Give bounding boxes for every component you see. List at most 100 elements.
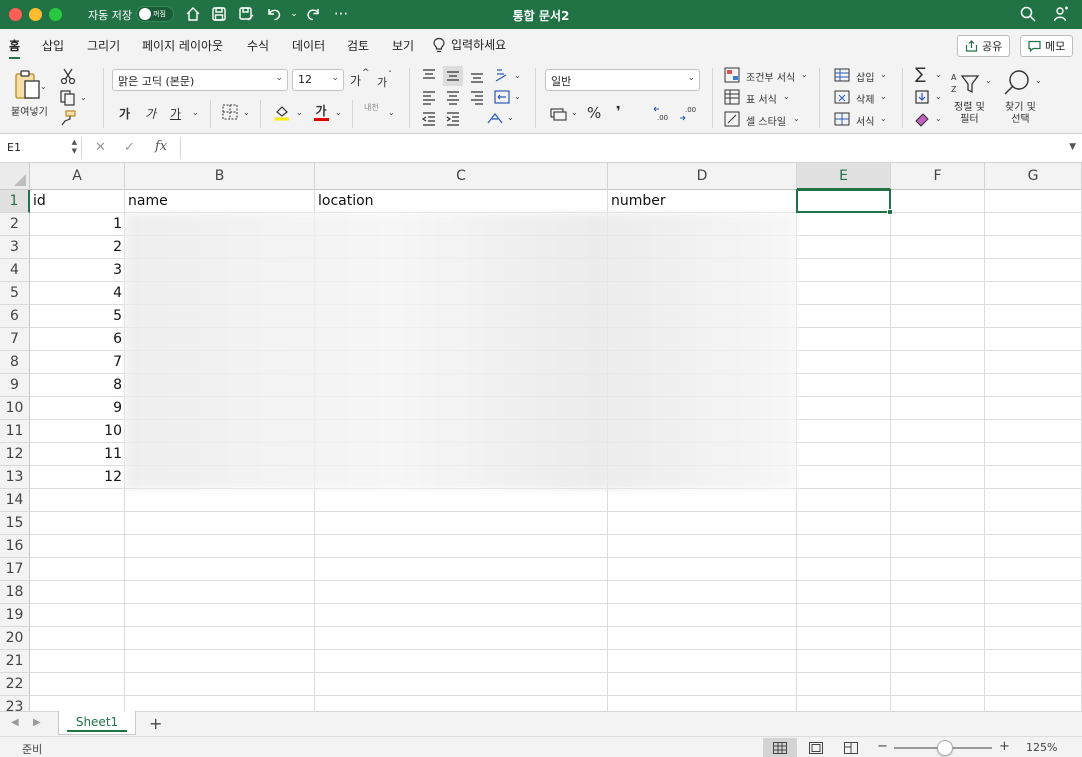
- fill-color-icon[interactable]: [272, 102, 292, 122]
- sort-filter-icon[interactable]: AZ: [950, 68, 980, 98]
- bold-button[interactable]: 가: [119, 105, 130, 122]
- tab-page-layout[interactable]: 페이지 레이아웃: [142, 37, 223, 54]
- fill-down-icon[interactable]: [912, 87, 932, 107]
- align-right-icon[interactable]: [467, 87, 487, 107]
- zoom-level[interactable]: 125%: [1026, 741, 1057, 754]
- id-cell[interactable]: 1: [30, 213, 125, 236]
- number-format-select[interactable]: 일반 ⌄: [545, 69, 700, 91]
- page-layout-view-button[interactable]: [799, 738, 833, 757]
- find-select-label[interactable]: 찾기 및 선택: [1005, 102, 1036, 126]
- row-header-3[interactable]: 3: [0, 236, 30, 259]
- format-painter-icon[interactable]: [58, 108, 78, 128]
- column-header-e[interactable]: E: [797, 163, 891, 190]
- row-header-2[interactable]: 2: [0, 213, 30, 236]
- orientation-icon[interactable]: [492, 66, 512, 86]
- tab-review[interactable]: 검토: [347, 37, 369, 54]
- row-header-23[interactable]: 23: [0, 696, 30, 711]
- id-cell[interactable]: 2: [30, 236, 125, 259]
- decrease-indent-icon[interactable]: [419, 108, 439, 128]
- add-sheet-button[interactable]: +: [149, 714, 162, 733]
- normal-view-button[interactable]: [763, 738, 797, 757]
- tab-insert[interactable]: 삽입: [42, 37, 64, 54]
- name-box-spinner-icon[interactable]: ▲ ▼: [72, 138, 77, 156]
- header-cell-location[interactable]: location: [315, 190, 608, 213]
- id-cell[interactable]: 4: [30, 282, 125, 305]
- font-size-select[interactable]: 12 ⌄: [292, 69, 344, 91]
- home-icon[interactable]: [184, 5, 202, 23]
- borders-icon[interactable]: [220, 102, 240, 122]
- sort-filter-dropdown-icon[interactable]: ⌄: [985, 76, 992, 85]
- format-dropdown-icon[interactable]: ⌄: [880, 114, 887, 123]
- row-header-9[interactable]: 9: [0, 374, 30, 397]
- zoom-slider-thumb[interactable]: [937, 740, 953, 756]
- tab-view[interactable]: 보기: [392, 37, 414, 54]
- worksheet-grid[interactable]: A B C D E F G 1 2 3 4 5 6 7 8 9 10 11 12 13 14 15 16 17 18 19 20 21…: [0, 163, 1082, 711]
- copy-dropdown-icon[interactable]: ⌄: [80, 93, 87, 102]
- row-header-20[interactable]: 20: [0, 627, 30, 650]
- font-color-button[interactable]: 가: [311, 102, 331, 122]
- tab-draw[interactable]: 그리기: [87, 37, 120, 54]
- row-header-1[interactable]: 1: [0, 190, 30, 213]
- select-all-button[interactable]: [0, 163, 30, 190]
- id-cell[interactable]: 5: [30, 305, 125, 328]
- percent-button[interactable]: %: [587, 104, 601, 122]
- share-button[interactable]: 공유: [957, 35, 1011, 57]
- row-header-5[interactable]: 5: [0, 282, 30, 305]
- row-header-8[interactable]: 8: [0, 351, 30, 374]
- comma-button[interactable]: ❜: [616, 104, 621, 120]
- id-cell[interactable]: 10: [30, 420, 125, 443]
- accounting-format-icon[interactable]: [548, 103, 568, 123]
- delete-cells-icon[interactable]: [832, 87, 852, 107]
- insert-function-button[interactable]: fx: [155, 139, 167, 154]
- underline-button[interactable]: 가: [170, 105, 181, 122]
- align-center-icon[interactable]: [443, 87, 463, 107]
- format-as-table-label[interactable]: 표 서식: [746, 91, 777, 106]
- align-bottom-icon[interactable]: [467, 66, 487, 86]
- clear-dropdown-icon[interactable]: ⌄: [935, 114, 942, 123]
- row-header-17[interactable]: 17: [0, 558, 30, 581]
- insert-dropdown-icon[interactable]: ⌄: [880, 70, 887, 79]
- fill-handle[interactable]: [887, 209, 893, 215]
- more-commands-icon[interactable]: ···: [332, 5, 350, 23]
- save-icon[interactable]: [210, 5, 228, 23]
- memo-button[interactable]: 메모: [1020, 35, 1074, 57]
- next-sheet-icon[interactable]: ▶: [33, 717, 41, 728]
- increase-indent-icon[interactable]: [443, 108, 463, 128]
- fill-color-dropdown-icon[interactable]: ⌄: [296, 108, 303, 117]
- zoom-in-button[interactable]: +: [999, 739, 1010, 754]
- row-header-4[interactable]: 4: [0, 259, 30, 282]
- id-cell[interactable]: 7: [30, 351, 125, 374]
- search-icon[interactable]: [1019, 5, 1037, 23]
- shrink-font-button[interactable]: 가: [377, 74, 387, 90]
- column-header-d[interactable]: D: [608, 163, 797, 190]
- conditional-format-dropdown-icon[interactable]: ⌄: [801, 70, 808, 79]
- format-cells-icon[interactable]: [832, 109, 852, 129]
- name-box[interactable]: E1 ▲ ▼: [2, 137, 82, 159]
- row-header-21[interactable]: 21: [0, 650, 30, 673]
- page-break-view-button[interactable]: [834, 738, 868, 757]
- prev-sheet-icon[interactable]: ◀: [11, 717, 19, 728]
- phonetic-dropdown-icon[interactable]: ⌄: [388, 108, 395, 117]
- row-header-14[interactable]: 14: [0, 489, 30, 512]
- align-left-icon[interactable]: [419, 87, 439, 107]
- italic-button[interactable]: 가: [145, 105, 156, 122]
- wrap-dropdown-icon[interactable]: ⌄: [514, 92, 521, 101]
- tab-formulas[interactable]: 수식: [247, 37, 269, 54]
- column-header-b[interactable]: B: [125, 163, 315, 190]
- clear-icon[interactable]: [912, 109, 932, 129]
- undo-dropdown-icon[interactable]: ⌄: [285, 5, 303, 23]
- header-cell-name[interactable]: name: [125, 190, 315, 213]
- autosave-toggle[interactable]: 꺼짐: [136, 6, 174, 22]
- increase-decimal-icon[interactable]: .00: [651, 103, 671, 123]
- id-cell[interactable]: 8: [30, 374, 125, 397]
- cell-styles-label[interactable]: 셀 스타일: [746, 113, 786, 128]
- underline-dropdown-icon[interactable]: ⌄: [192, 108, 199, 117]
- id-cell[interactable]: 11: [30, 443, 125, 466]
- align-middle-icon[interactable]: [443, 66, 463, 86]
- column-header-f[interactable]: F: [891, 163, 985, 190]
- column-header-a[interactable]: A: [30, 163, 125, 190]
- tab-home[interactable]: 홈: [9, 37, 21, 59]
- format-cells-label[interactable]: 서식: [856, 113, 874, 128]
- font-name-select[interactable]: 맑은 고딕 (본문) ⌄: [112, 69, 288, 91]
- maximize-window-button[interactable]: [49, 8, 62, 21]
